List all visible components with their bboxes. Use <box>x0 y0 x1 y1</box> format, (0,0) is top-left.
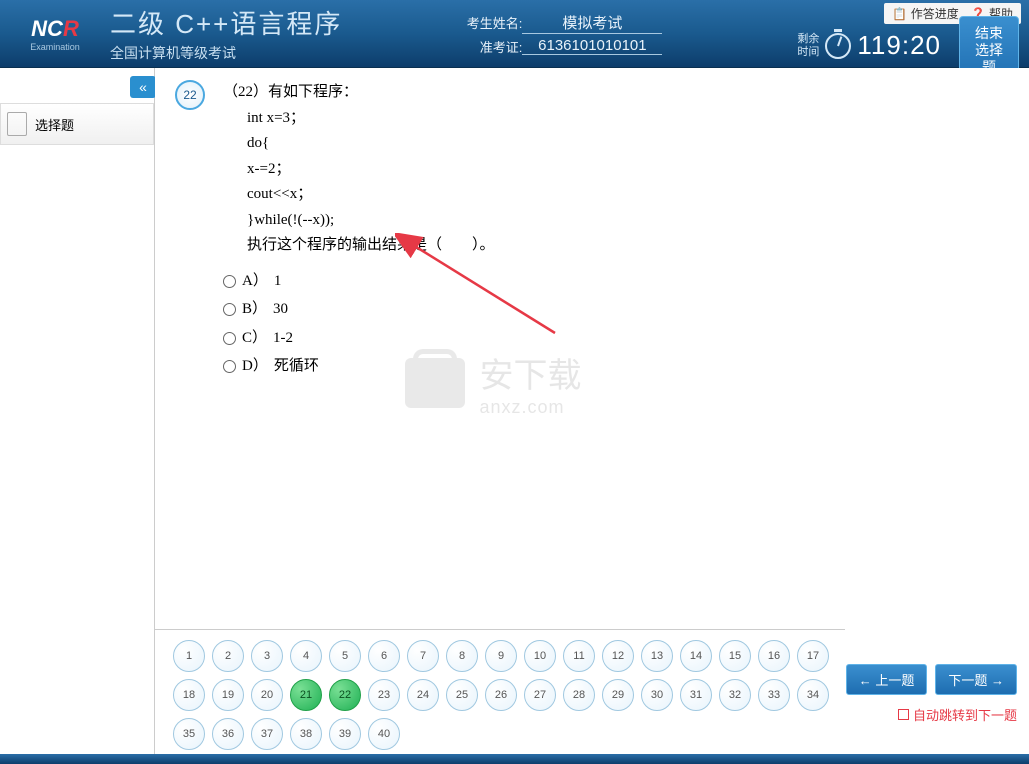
progress-link[interactable]: 📋 作答进度 <box>892 5 958 22</box>
sidebar-item-label: 选择题 <box>35 115 74 134</box>
document-icon <box>7 112 27 136</box>
nav-question-35[interactable]: 35 <box>173 718 205 750</box>
options-list: A）1 B）30 C）1-2 D）死循环 <box>223 269 495 380</box>
logo-text: NCR <box>31 16 79 42</box>
nav-question-14[interactable]: 14 <box>680 640 712 672</box>
radio-icon <box>223 275 236 288</box>
nav-question-17[interactable]: 17 <box>797 640 829 672</box>
nav-question-13[interactable]: 13 <box>641 640 673 672</box>
nav-question-27[interactable]: 27 <box>524 679 556 711</box>
radio-icon <box>223 332 236 345</box>
sidebar-item-choice[interactable]: 选择题 <box>0 103 154 145</box>
nav-question-28[interactable]: 28 <box>563 679 595 711</box>
nav-question-24[interactable]: 24 <box>407 679 439 711</box>
nav-question-7[interactable]: 7 <box>407 640 439 672</box>
question-navigator: 1234567891011121314151617181920212223242… <box>155 629 845 764</box>
nav-question-10[interactable]: 10 <box>524 640 556 672</box>
option-a[interactable]: A）1 <box>223 269 495 295</box>
footer-bar <box>0 754 1029 764</box>
nav-question-26[interactable]: 26 <box>485 679 517 711</box>
nav-question-20[interactable]: 20 <box>251 679 283 711</box>
code-line: int x=3； <box>247 106 495 132</box>
nav-question-25[interactable]: 25 <box>446 679 478 711</box>
nav-question-6[interactable]: 6 <box>368 640 400 672</box>
radio-icon <box>223 303 236 316</box>
logo: NCR Examination <box>0 16 100 52</box>
main-area: « 选择题 22 （22）有如下程序： int x=3； do{ x-=2； c… <box>0 68 1029 764</box>
next-button[interactable]: 下一题 → <box>935 664 1017 695</box>
content-panel: 22 （22）有如下程序： int x=3； do{ x-=2； cout<<x… <box>155 68 1029 764</box>
timer: 剩余时间 119:20 <box>797 30 941 61</box>
header-bar: NCR Examination 二级 C++语言程序 全国计算机等级考试 考生姓… <box>0 0 1029 68</box>
nav-question-37[interactable]: 37 <box>251 718 283 750</box>
exam-subtitle: 全国计算机等级考试 <box>110 43 342 63</box>
nav-question-2[interactable]: 2 <box>212 640 244 672</box>
collapse-button[interactable]: « <box>130 76 156 98</box>
question-stem-suffix: 执行这个程序的输出结果是（ ）。 <box>247 233 495 259</box>
nav-question-19[interactable]: 19 <box>212 679 244 711</box>
code-line: x-=2； <box>247 157 495 183</box>
auto-next-label: 自动跳转到下一题 <box>913 705 1017 724</box>
timer-icon <box>825 33 851 59</box>
question-stem-prefix: （22）有如下程序： <box>223 80 495 106</box>
nav-question-39[interactable]: 39 <box>329 718 361 750</box>
exam-title: 二级 C++语言程序 <box>110 4 342 41</box>
radio-icon <box>223 360 236 373</box>
nav-question-22[interactable]: 22 <box>329 679 361 711</box>
title-area: 二级 C++语言程序 全国计算机等级考试 <box>110 4 342 63</box>
nav-question-8[interactable]: 8 <box>446 640 478 672</box>
nav-question-30[interactable]: 30 <box>641 679 673 711</box>
checkbox-icon <box>898 709 909 720</box>
prev-button[interactable]: ← 上一题 <box>846 664 928 695</box>
nav-question-34[interactable]: 34 <box>797 679 829 711</box>
code-line: do{ <box>247 131 495 157</box>
candidate-info: 考生姓名: 模拟考试 准考证: 6136101010101 <box>462 9 662 59</box>
sidebar: « 选择题 <box>0 68 155 764</box>
nav-question-38[interactable]: 38 <box>290 718 322 750</box>
timer-value: 119:20 <box>857 30 941 61</box>
nav-question-15[interactable]: 15 <box>719 640 751 672</box>
nav-question-32[interactable]: 32 <box>719 679 751 711</box>
name-label: 考生姓名: <box>462 13 522 32</box>
nav-question-40[interactable]: 40 <box>368 718 400 750</box>
nav-question-23[interactable]: 23 <box>368 679 400 711</box>
nav-question-11[interactable]: 11 <box>563 640 595 672</box>
option-d[interactable]: D）死循环 <box>223 354 495 380</box>
question-number-badge: 22 <box>175 80 205 110</box>
nav-question-3[interactable]: 3 <box>251 640 283 672</box>
nav-question-21[interactable]: 21 <box>290 679 322 711</box>
nav-question-18[interactable]: 18 <box>173 679 205 711</box>
code-block: int x=3； do{ x-=2； cout<<x； }while(!(--x… <box>247 106 495 259</box>
nav-question-5[interactable]: 5 <box>329 640 361 672</box>
option-b[interactable]: B）30 <box>223 297 495 323</box>
name-value: 模拟考试 <box>522 12 662 34</box>
option-c[interactable]: C）1-2 <box>223 326 495 352</box>
nav-question-31[interactable]: 31 <box>680 679 712 711</box>
nav-question-1[interactable]: 1 <box>173 640 205 672</box>
nav-question-12[interactable]: 12 <box>602 640 634 672</box>
code-line: }while(!(--x)); <box>247 208 495 234</box>
nav-question-36[interactable]: 36 <box>212 718 244 750</box>
nav-question-4[interactable]: 4 <box>290 640 322 672</box>
question-body: （22）有如下程序： int x=3； do{ x-=2； cout<<x； }… <box>223 80 495 383</box>
auto-next-checkbox[interactable]: 自动跳转到下一题 <box>898 705 1017 724</box>
timer-label: 剩余时间 <box>797 33 819 57</box>
nav-question-16[interactable]: 16 <box>758 640 790 672</box>
code-line: cout<<x； <box>247 182 495 208</box>
id-label: 准考证: <box>462 37 522 56</box>
id-value: 6136101010101 <box>522 37 662 55</box>
logo-subtext: Examination <box>30 42 80 52</box>
nav-question-33[interactable]: 33 <box>758 679 790 711</box>
nav-question-9[interactable]: 9 <box>485 640 517 672</box>
nav-question-29[interactable]: 29 <box>602 679 634 711</box>
